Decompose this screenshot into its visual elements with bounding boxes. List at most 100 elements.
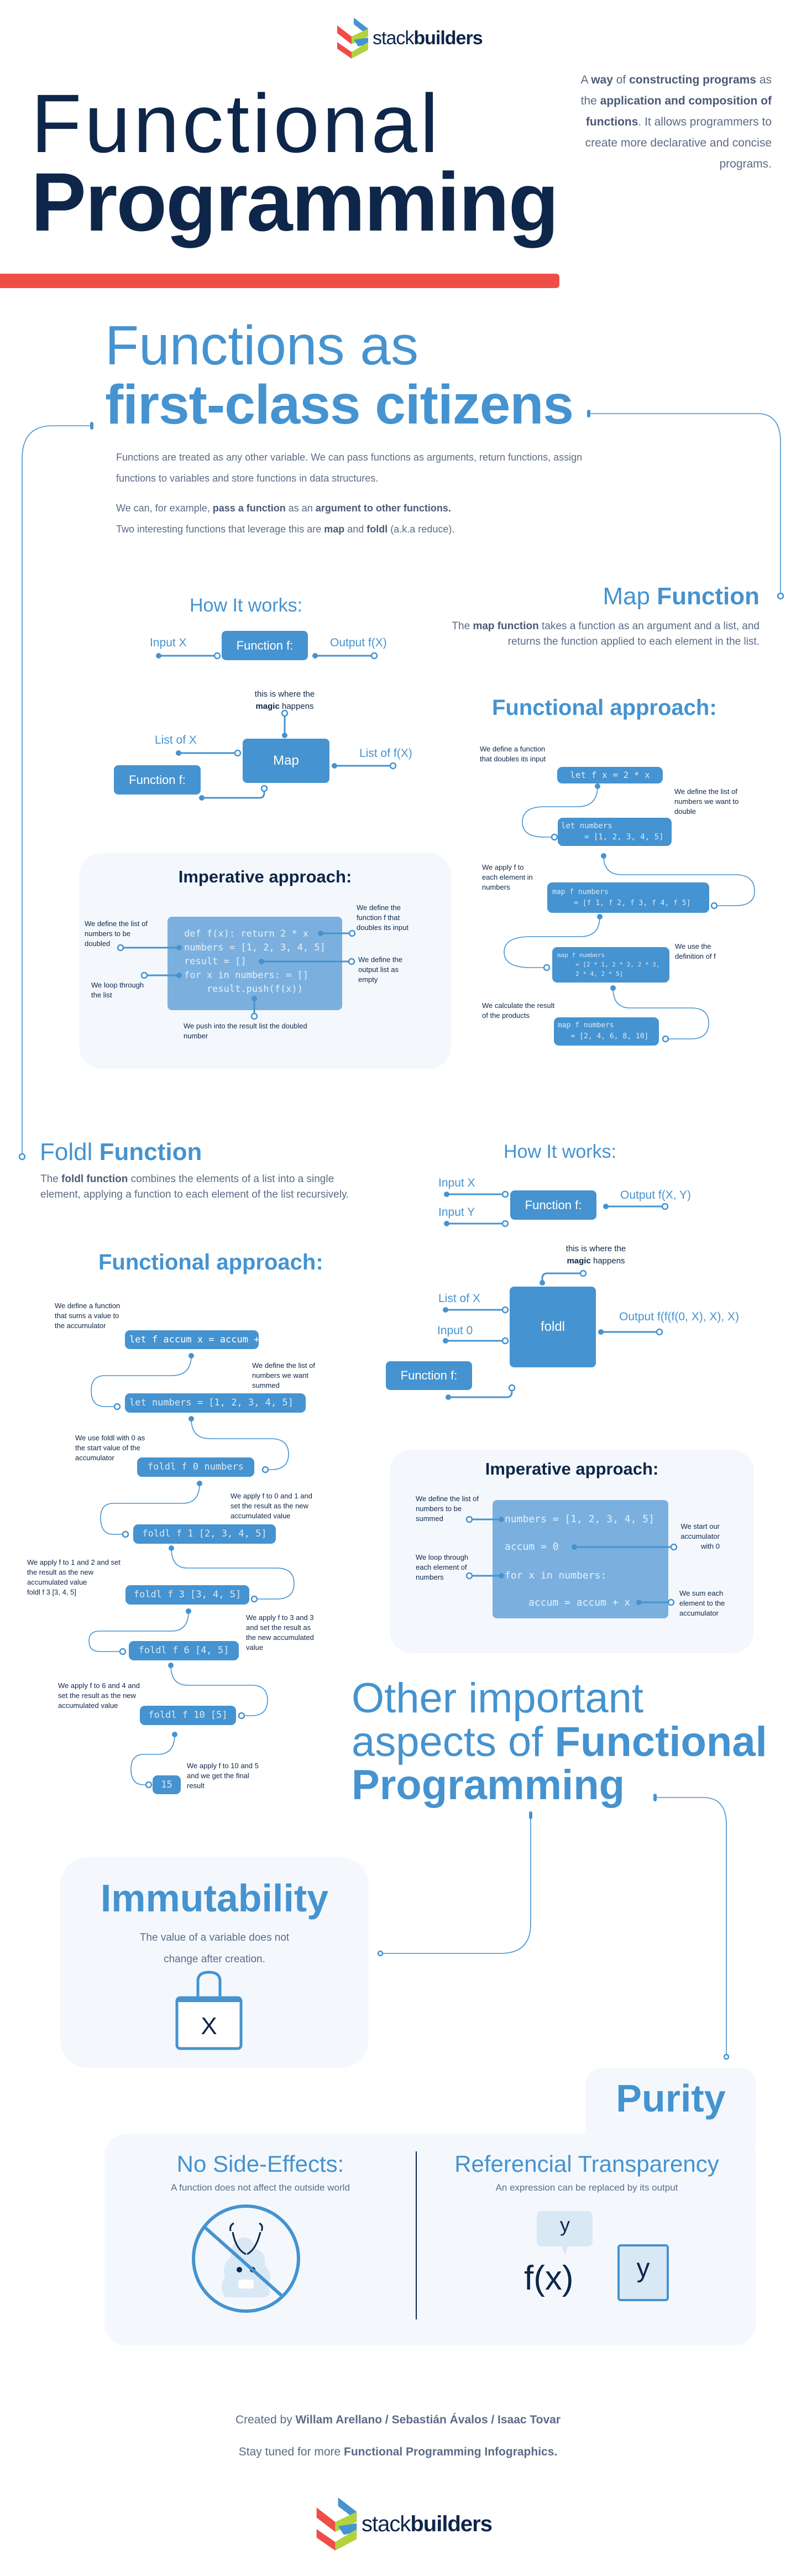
no-side-effects-title: No Side-Effects: — [176, 2151, 344, 2177]
hero-description: A way of constructing programs as the ap… — [564, 70, 772, 175]
other-aspects-title-line3: Programming — [352, 1762, 625, 1809]
infographic-page: stackbuilders Functional Programming A w… — [0, 0, 796, 2576]
text-segment: The — [40, 1173, 62, 1185]
foldl-step-note: We use foldl with 0 as the start value o… — [75, 1434, 145, 1462]
map-step-note: We calculate the result of the products — [482, 1001, 555, 1020]
lock-icon: X — [175, 1970, 243, 2051]
brand-logo-top: stackbuilders — [336, 18, 483, 59]
foldl-step-code: foldl f 3 [3, 4, 5] — [125, 1585, 249, 1605]
note-push: We push into the result list the doubled… — [184, 1022, 307, 1040]
created-by-label: Created by — [235, 2413, 296, 2426]
note-function: We define the function f that doubles it… — [357, 903, 409, 932]
no-side-effects-description: A function does not affect the outside w… — [171, 2182, 350, 2193]
code-line: numbers = [1, 2, 3, 4, 5] — [184, 942, 326, 953]
expression-label: f(x) — [524, 2259, 574, 2297]
aspects-connectors — [377, 1794, 730, 2060]
map-list-fx-label: List of f(X) — [359, 747, 412, 760]
foldl-output2-label: Output f(f(f(0, X), X), X) — [619, 1310, 740, 1323]
foldl-input-0-label: Input 0 — [437, 1324, 473, 1337]
map-step-code: map f numbers = [2 * 1, 2 * 2, 2 * 3, 2 … — [552, 947, 669, 983]
foldl-magic-note: this is where the magic happens — [554, 1243, 637, 1267]
foldl-imperative-title: Imperative approach: — [485, 1459, 659, 1478]
foldl-step-code: foldl f 1 [2, 3, 4, 5] — [133, 1524, 276, 1544]
foldl-result-code: 15 — [153, 1775, 181, 1794]
foldl-step-note: We apply f to 0 and 1 and set the result… — [231, 1492, 312, 1520]
map-function-box: Function f: — [222, 631, 308, 660]
emphasis-text: map — [324, 524, 345, 535]
map-step-code: let numbers = [1, 2, 3, 4, 5] — [558, 818, 672, 846]
foldl-step-code: foldl f 10 [5] — [140, 1706, 236, 1725]
foldl-step-note: We apply f to 1 and 2 and set the result… — [27, 1558, 121, 1596]
brand-name-light: stack — [362, 2511, 411, 2536]
referential-transparency-description: An expression can be replaced by its out… — [495, 2182, 678, 2193]
foldl-list-x-label: List of X — [438, 1292, 480, 1305]
map-list-x-label: List of X — [155, 734, 197, 746]
hero-title-line1: Functional — [31, 77, 442, 170]
brand-name-bold: builders — [410, 2511, 493, 2536]
text-segment: Functions are treated as any other varia… — [116, 452, 583, 484]
note-numbers: We define the list of numbers to be doub… — [85, 919, 148, 948]
footer-stay-tuned: Stay tuned for more Functional Programmi… — [0, 2446, 796, 2458]
brand-wordmark: stackbuilders — [362, 2511, 493, 2537]
map-step-code: let f x = 2 * x — [557, 767, 663, 783]
output-box: y — [617, 2244, 669, 2301]
purity-title: Purity — [616, 2077, 726, 2120]
magic-note-line1: this is where the — [254, 689, 315, 699]
map-step-note: We define the list of numbers we want to… — [674, 787, 739, 816]
stackbuilders-logo-icon — [316, 2497, 357, 2551]
foldl-how-title: How It works: — [504, 1141, 617, 1162]
note-loop: We loop through each element of numbers — [416, 1553, 469, 1581]
foldl-step-note: We apply f to 10 and 5 and we get the fi… — [187, 1762, 259, 1790]
foldl-step-note: We apply f to 3 and 3 and set the result… — [246, 1613, 314, 1652]
map-how-title: How It works: — [190, 595, 303, 616]
emphasis-text: argument to other functions. — [315, 503, 451, 514]
emphasis-text: foldl — [366, 524, 388, 535]
emphasis-text: way — [591, 74, 613, 86]
foldl-step-code: foldl f 6 [4, 5] — [129, 1641, 239, 1660]
lock-variable-label: X — [201, 2013, 217, 2040]
code-line: accum = accum + x — [528, 1597, 631, 1608]
section-title-line2: first-class citizens — [105, 374, 574, 436]
footer-credits: Created by Willam Arellano / Sebastián Á… — [0, 2414, 796, 2426]
map-output-label: Output f(X) — [330, 636, 387, 649]
text-segment: We can, for example, — [116, 503, 213, 514]
magic-note-bold: magic — [255, 702, 280, 711]
foldl-function-description: The foldl function combines the elements… — [40, 1172, 361, 1203]
first-class-paragraph-1: Functions are treated as any other varia… — [116, 447, 586, 489]
note-sum: We sum each element to the accumulator — [679, 1589, 725, 1617]
map-function-description: The map function takes a function as an … — [446, 619, 760, 650]
brand-name-light: stack — [373, 27, 414, 49]
map-imperative-title: Imperative approach: — [178, 867, 352, 886]
authors: Willam Arellano / Sebastián Ávalos / Isa… — [295, 2413, 561, 2426]
immutability-description: The value of a variable does not change … — [139, 1932, 290, 1965]
note-loop: We loop through the list — [91, 981, 144, 999]
foldl-title-bold: Function — [99, 1138, 202, 1166]
output-box-label: y — [636, 2254, 650, 2283]
purity-divider — [416, 2151, 417, 2319]
text-segment: as an — [285, 503, 316, 514]
foldl-step-code: let f accum x = accum + x — [125, 1330, 271, 1349]
map-step-code: map f numbers = [f 1, f 2, f 3, f 4, f 5… — [547, 882, 709, 913]
no-side-effects-icon — [192, 2204, 300, 2313]
code-line: result.push(f(x)) — [184, 984, 303, 995]
hero-red-bar — [0, 274, 559, 288]
note-accum: We start our accumulator with 0 — [680, 1522, 720, 1550]
text-segment: A — [580, 74, 591, 86]
brand-logo-bottom: stackbuilders — [315, 2497, 493, 2551]
foldl-input-y-label: Input Y — [438, 1206, 475, 1219]
foldl-step-code: foldl f 0 numbers — [137, 1457, 254, 1477]
map-step-note: We use the definition of f — [675, 942, 716, 960]
foldl-box: foldl — [510, 1287, 596, 1367]
code-line: accum = 0 — [505, 1541, 559, 1553]
section-title-line1: Functions as — [105, 315, 418, 377]
foldl-title-light: Foldl — [40, 1138, 93, 1166]
stackbuilders-logo-icon — [337, 18, 368, 59]
foldl-step-note: We define a function that sums a value t… — [55, 1302, 121, 1330]
map-function-title: Map Function — [442, 584, 760, 609]
foldl-function-box: Function f: — [510, 1190, 596, 1220]
section-connector-right — [587, 410, 784, 600]
text-segment: (a.k.a reduce). — [387, 524, 455, 535]
map-title-bold: Function — [657, 583, 760, 610]
map-step-code: map f numbers = [2, 4, 6, 8, 10] — [554, 1017, 659, 1046]
code-line: for x in numbers: = [] — [184, 970, 309, 981]
